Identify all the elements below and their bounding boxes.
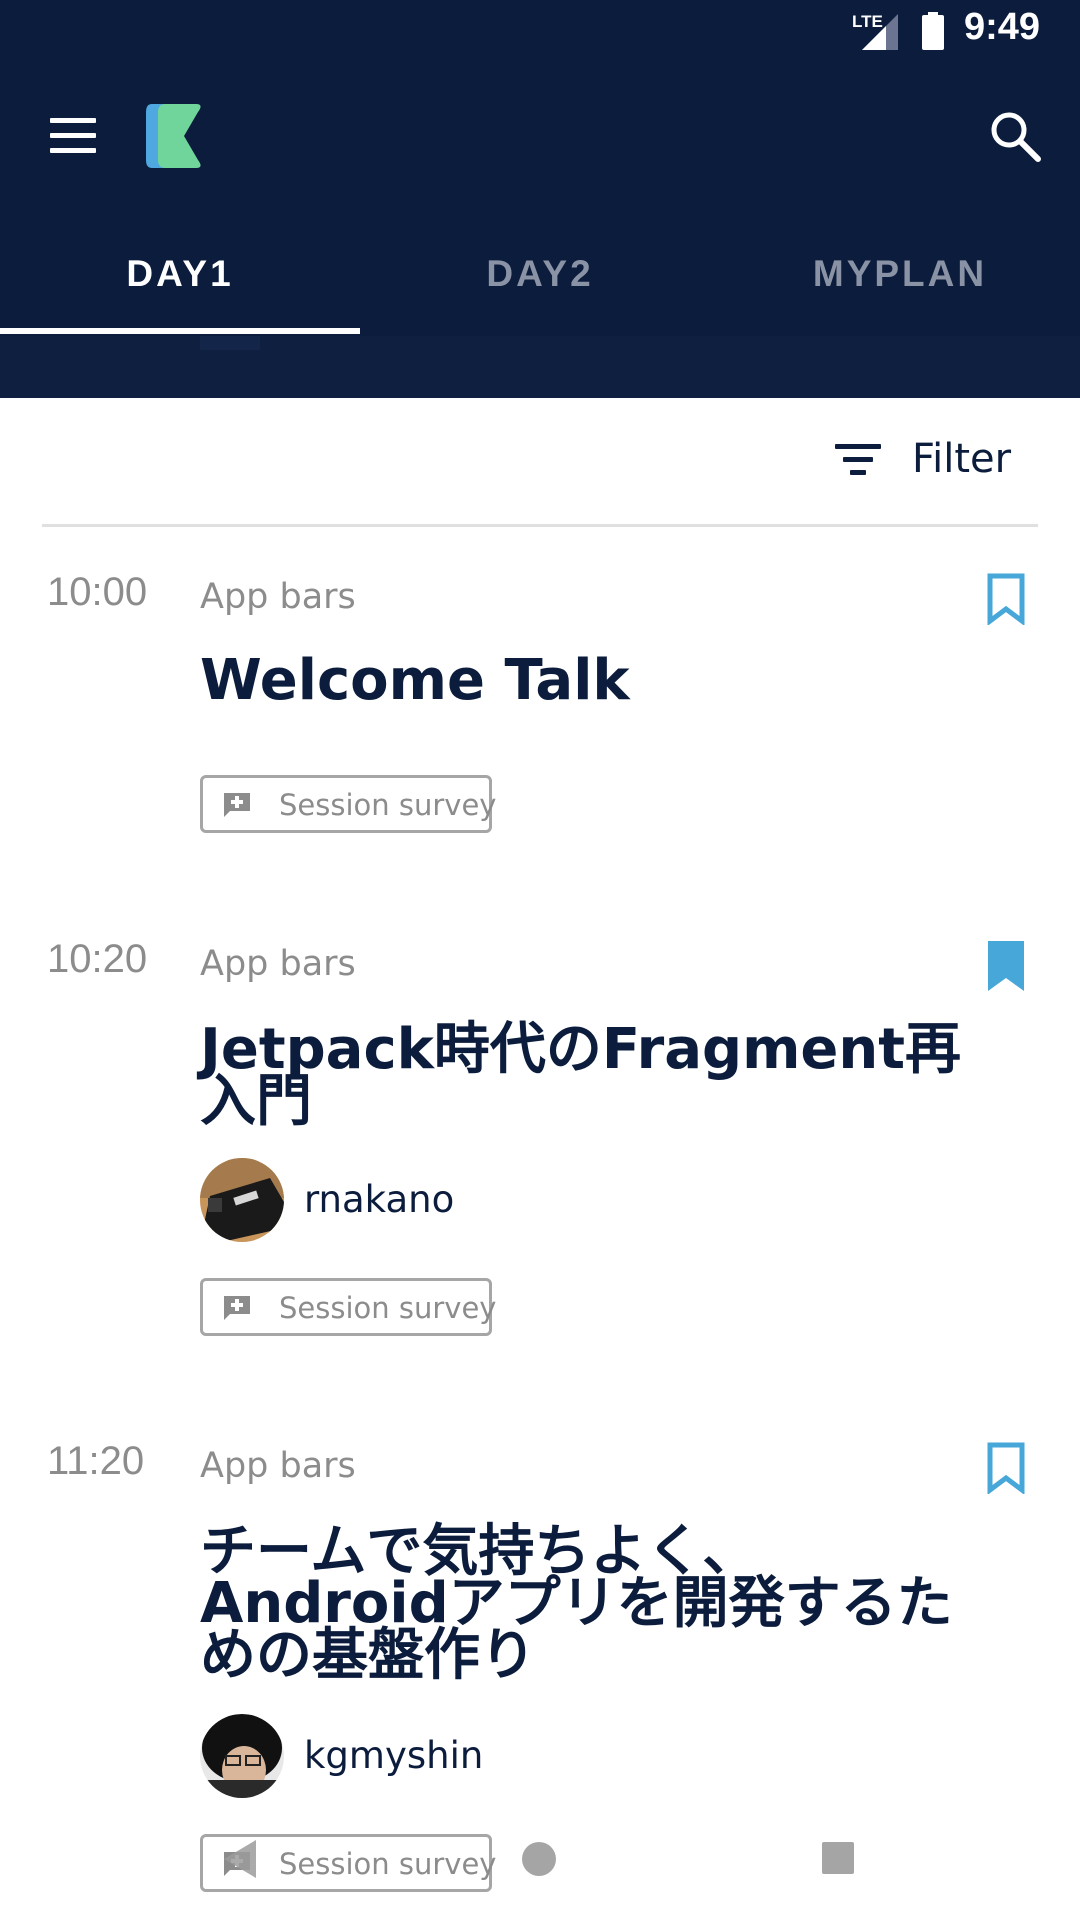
add-comment-icon xyxy=(224,1296,250,1320)
filter-button[interactable]: Filter xyxy=(830,430,1020,490)
speaker-name: rnakano xyxy=(304,1178,455,1221)
signal-icon xyxy=(862,14,898,50)
session-title: Welcome Talk xyxy=(200,648,630,713)
session-time: 11:20 xyxy=(47,1439,145,1483)
back-icon[interactable] xyxy=(222,1838,258,1880)
speaker-avatar xyxy=(200,1714,284,1798)
filter-icon xyxy=(835,444,885,480)
session-room: App bars xyxy=(200,1446,356,1486)
home-icon[interactable] xyxy=(522,1842,556,1876)
status-bar: LTE 9:49 xyxy=(0,0,1080,66)
header-shadow-band xyxy=(0,336,1080,398)
bookmark-outline-icon[interactable] xyxy=(986,1442,1026,1494)
tab-day1[interactable]: DAY1 xyxy=(0,226,360,336)
session-room: App bars xyxy=(200,577,356,617)
bookmark-outline-icon[interactable] xyxy=(986,573,1026,625)
speaker-avatar xyxy=(200,1158,284,1242)
session-survey-label: Session survey xyxy=(279,1291,497,1325)
battery-icon xyxy=(922,12,944,50)
menu-icon[interactable] xyxy=(46,114,102,158)
clock: 9:49 xyxy=(964,6,1041,48)
session-survey-label: Session survey xyxy=(279,788,497,822)
recents-icon[interactable] xyxy=(822,1842,854,1874)
session-time: 10:00 xyxy=(47,570,148,614)
tab-myplan[interactable]: MYPLAN xyxy=(720,226,1080,336)
tab-indicator xyxy=(0,328,360,334)
session-title: チームで気持ちよく、Androidアプリを開発するための基盤作り xyxy=(200,1519,953,1688)
session-survey-label: Session survey xyxy=(279,1847,497,1881)
day-tabs: DAY1 DAY2 MYPLAN xyxy=(0,226,1080,336)
bookmark-filled-icon[interactable] xyxy=(986,940,1026,992)
session-survey-button[interactable]: Session survey xyxy=(200,1278,496,1336)
speaker-name: kgmyshin xyxy=(304,1734,484,1777)
session-room: App bars xyxy=(200,944,356,984)
search-icon[interactable] xyxy=(985,106,1045,166)
app-logo-icon xyxy=(146,104,201,168)
filter-label: Filter xyxy=(912,436,1012,482)
header-decoration xyxy=(200,336,260,350)
add-comment-icon xyxy=(224,793,250,817)
tab-day2[interactable]: DAY2 xyxy=(360,226,720,336)
session-survey-button[interactable]: Session survey xyxy=(200,775,496,833)
filter-divider xyxy=(42,524,1038,527)
session-title: Jetpack時代のFragment再入門 xyxy=(200,1017,962,1134)
session-time: 10:20 xyxy=(47,937,148,981)
